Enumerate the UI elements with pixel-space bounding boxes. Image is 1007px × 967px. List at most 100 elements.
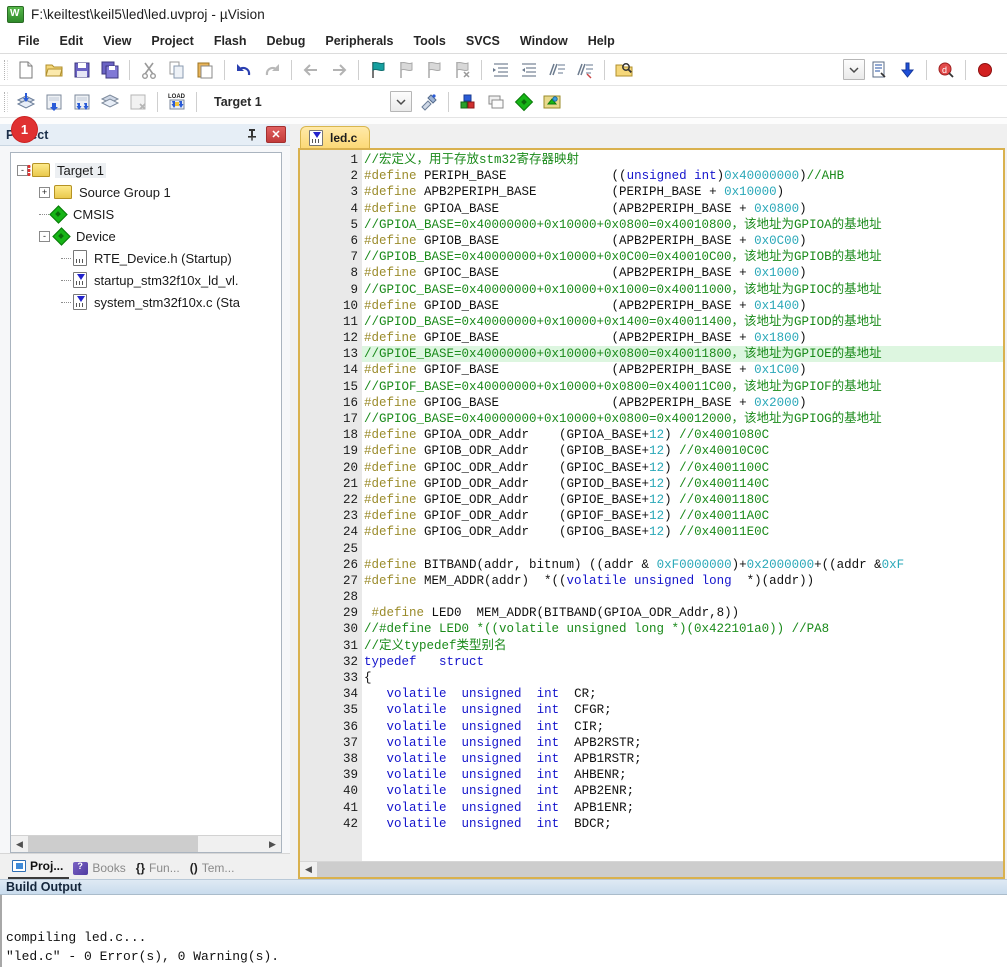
bookmark-prev-icon[interactable] [393,57,419,83]
tree-item-source-group-1[interactable]: + Source Group 1 [17,181,281,203]
code-line[interactable]: #define GPIOD_ODR_Addr (GPIOD_BASE+12) /… [362,476,1003,492]
code-line[interactable]: //GPIOC_BASE=0x40000000+0x10000+0x1000=0… [362,282,1003,298]
code-line[interactable]: volatile unsigned int BDCR; [362,816,1003,832]
project-tab-tem[interactable]: () Tem... [186,858,241,879]
open-file-icon[interactable] [41,57,67,83]
target-select[interactable]: Target 1 [210,90,390,113]
code-line[interactable]: #define GPIOD_BASE (APB2PERIPH_BASE + 0x… [362,298,1003,314]
undo-icon[interactable] [231,57,257,83]
scroll-track[interactable] [28,836,264,852]
editor-tab-led-c[interactable]: led.c [300,126,371,148]
code-line[interactable]: //宏定义，用于存放stm32寄存器映射 [362,152,1003,168]
multi-project-icon[interactable] [483,89,509,115]
find-in-files-icon[interactable] [611,57,637,83]
pack-installer-icon[interactable] [511,89,537,115]
code-line[interactable]: volatile unsigned int APB1RSTR; [362,751,1003,767]
code-line[interactable]: //GPIOF_BASE=0x40000000+0x10000+0x0800=0… [362,379,1003,395]
project-tree-hscrollbar[interactable]: ◀ ▶ [11,835,281,852]
translate-icon[interactable] [13,89,39,115]
build-icon[interactable] [41,89,67,115]
menu-item-flash[interactable]: Flash [204,31,257,51]
code-line[interactable]: //GPIOG_BASE=0x40000000+0x10000+0x0800=0… [362,411,1003,427]
code-line[interactable]: #define GPIOG_ODR_Addr (GPIOG_BASE+12) /… [362,524,1003,540]
code-line[interactable]: #define GPIOC_BASE (APB2PERIPH_BASE + 0x… [362,265,1003,281]
menu-item-view[interactable]: View [93,31,141,51]
menu-item-file[interactable]: File [8,31,50,51]
manage-runtime-env-icon[interactable] [539,89,565,115]
build-output-text[interactable]: compiling led.c... "led.c" - 0 Error(s), … [0,895,1007,967]
indent-left-icon[interactable] [516,57,542,83]
toolbar-grip[interactable] [4,91,8,112]
manage-components-icon[interactable] [455,89,481,115]
code-line[interactable]: #define LED0 MEM_ADDR(BITBAND(GPIOA_ODR_… [362,605,1003,621]
code-line[interactable]: volatile unsigned int CIR; [362,719,1003,735]
collapse-icon[interactable]: - [39,230,50,242]
code-line[interactable]: #define GPIOB_ODR_Addr (GPIOB_BASE+12) /… [362,443,1003,459]
scroll-right-icon[interactable]: ▶ [264,836,281,852]
code-line[interactable]: typedef struct [362,654,1003,670]
code-line[interactable]: //GPIOA_BASE=0x40000000+0x10000+0x0800=0… [362,217,1003,233]
tree-item-system-stm32f10x-c-sta[interactable]: system_stm32f10x.c (Sta [17,291,281,313]
navigate-forward-icon[interactable] [326,57,352,83]
expand-icon[interactable]: + [39,186,50,198]
code-text[interactable]: //宏定义，用于存放stm32寄存器映射 #define PERIPH_BASE … [362,150,1003,861]
stop-build-icon[interactable] [972,57,998,83]
menu-item-debug[interactable]: Debug [256,31,315,51]
code-line[interactable]: #define GPIOA_BASE (APB2PERIPH_BASE + 0x… [362,201,1003,217]
code-line[interactable]: //GPIOE_BASE=0x40000000+0x10000+0x0800=0… [362,346,1003,363]
save-all-icon[interactable] [97,57,123,83]
code-line[interactable]: volatile unsigned int AHBENR; [362,767,1003,783]
code-line[interactable]: #define GPIOB_BASE (APB2PERIPH_BASE + 0x… [362,233,1003,249]
close-icon[interactable]: ✕ [266,126,286,143]
insert-snippet-icon[interactable] [866,57,892,83]
copy-icon[interactable] [164,57,190,83]
batch-build-icon[interactable] [97,89,123,115]
scroll-thumb[interactable] [317,861,1003,877]
code-line[interactable]: #define MEM_ADDR(addr) *((volatile unsig… [362,573,1003,589]
tree-item-startup-stm32f10x-ld-vl[interactable]: startup_stm32f10x_ld_vl. [17,269,281,291]
code-line[interactable]: volatile unsigned int CFGR; [362,702,1003,718]
indent-right-icon[interactable] [488,57,514,83]
tree-item-cmsis[interactable]: CMSIS [17,203,281,225]
project-tab-proj[interactable]: Proj... [8,856,70,879]
new-file-icon[interactable] [13,57,39,83]
stop-build-toolbar-icon[interactable] [125,89,151,115]
start-debug-icon[interactable]: d [933,57,959,83]
scroll-thumb[interactable] [28,836,198,852]
cut-icon[interactable] [136,57,162,83]
code-line[interactable]: #define GPIOF_BASE (APB2PERIPH_BASE + 0x… [362,362,1003,378]
code-line[interactable]: #define GPIOE_ODR_Addr (GPIOE_BASE+12) /… [362,492,1003,508]
toolbar-grip[interactable] [4,59,8,80]
menu-item-window[interactable]: Window [510,31,578,51]
code-area[interactable]: 1 2 3 4 5 6 7 8 9 10 11 12 13 14 15 16 17 18 19 20 21 22 23 24 2… [300,150,1003,861]
comment-icon[interactable] [544,57,570,83]
scroll-track[interactable] [317,861,1003,877]
menu-item-peripherals[interactable]: Peripherals [315,31,403,51]
code-line[interactable]: //GPIOB_BASE=0x40000000+0x10000+0x0C00=0… [362,249,1003,265]
pin-icon[interactable] [244,127,260,143]
target-dropdown-icon[interactable] [390,91,412,112]
menu-item-project[interactable]: Project [141,31,203,51]
menu-item-help[interactable]: Help [578,31,625,51]
scroll-left-icon[interactable]: ◀ [300,861,317,877]
download-load-icon[interactable]: LOAD [164,89,190,115]
code-line[interactable]: //定义typedef类型别名 [362,638,1003,654]
save-icon[interactable] [69,57,95,83]
code-line[interactable]: #define PERIPH_BASE ((unsigned int)0x400… [362,168,1003,184]
project-tab-books[interactable]: Books [69,858,131,879]
toolbar-combo-dropdown-icon[interactable] [843,59,865,80]
code-line[interactable]: #define GPIOC_ODR_Addr (GPIOC_BASE+12) /… [362,460,1003,476]
navigate-back-icon[interactable] [298,57,324,83]
target-options-icon[interactable] [416,89,442,115]
code-line[interactable]: #define GPIOE_BASE (APB2PERIPH_BASE + 0x… [362,330,1003,346]
code-line[interactable]: #define GPIOA_ODR_Addr (GPIOA_BASE+12) /… [362,427,1003,443]
menu-item-edit[interactable]: Edit [50,31,94,51]
bookmark-toggle-icon[interactable] [365,57,391,83]
rebuild-all-icon[interactable] [69,89,95,115]
tree-item-device[interactable]: - Device [17,225,281,247]
code-line[interactable]: #define APB2PERIPH_BASE (PERIPH_BASE + 0… [362,184,1003,200]
code-line[interactable]: //GPIOD_BASE=0x40000000+0x10000+0x1400=0… [362,314,1003,330]
code-line[interactable]: volatile unsigned int APB1ENR; [362,800,1003,816]
paste-icon[interactable] [192,57,218,83]
project-tab-fun[interactable]: {} Fun... [132,858,186,879]
